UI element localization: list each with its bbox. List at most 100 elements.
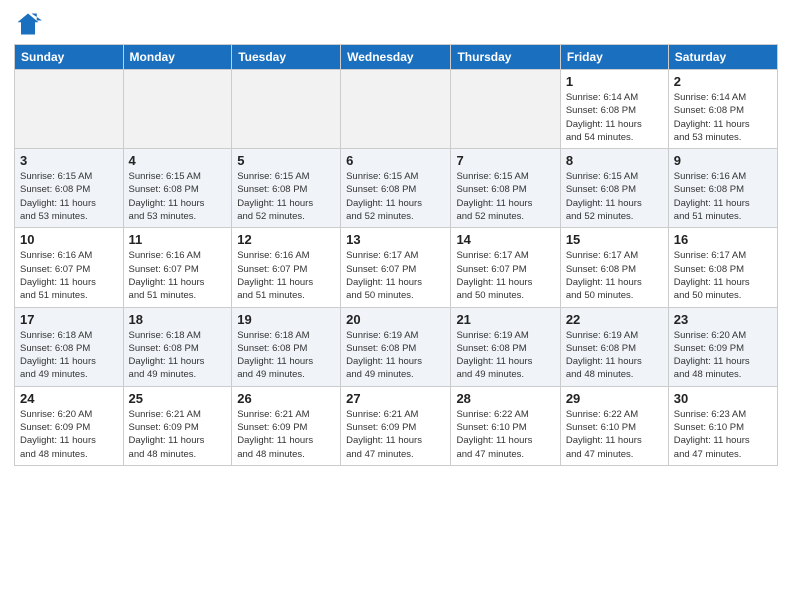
day-info: Sunrise: 6:20 AM Sunset: 6:09 PM Dayligh…	[20, 408, 118, 461]
calendar-cell: 8 Sunrise: 6:15 AM Sunset: 6:08 PM Daylig…	[560, 149, 668, 228]
calendar-cell: 15Sunrise: 6:17 AM Sunset: 6:08 PM Dayli…	[560, 228, 668, 307]
calendar-cell	[341, 70, 451, 149]
day-number: 3	[20, 153, 118, 168]
day-info: Sunrise: 6:15 AM Sunset: 6:08 PM Dayligh…	[346, 170, 445, 223]
day-number: 10	[20, 232, 118, 247]
calendar-cell: 2 Sunrise: 6:14 AM Sunset: 6:08 PM Daylig…	[668, 70, 777, 149]
day-info: Sunrise: 6:14 AM Sunset: 6:08 PM Dayligh…	[566, 91, 663, 144]
calendar-cell: 4Sunrise: 6:15 AM Sunset: 6:08 PM Daylig…	[123, 149, 232, 228]
day-number: 13	[346, 232, 445, 247]
day-info: Sunrise: 6:16 AM Sunset: 6:07 PM Dayligh…	[20, 249, 118, 302]
calendar-cell: 18 Sunrise: 6:18 AM Sunset: 6:08 PM Dayli…	[123, 307, 232, 386]
day-number: 26	[237, 391, 335, 406]
calendar-cell: 25 Sunrise: 6:21 AM Sunset: 6:09 PM Dayli…	[123, 386, 232, 465]
calendar-week-4: 17 Sunrise: 6:18 AM Sunset: 6:08 PM Dayli…	[15, 307, 778, 386]
calendar-cell: 21 Sunrise: 6:19 AM Sunset: 6:08 PM Dayli…	[451, 307, 560, 386]
day-info: Sunrise: 6:22 AM Sunset: 6:10 PM Dayligh…	[456, 408, 554, 461]
calendar-cell: 11 Sunrise: 6:16 AM Sunset: 6:07 PM Dayli…	[123, 228, 232, 307]
calendar-cell: 28 Sunrise: 6:22 AM Sunset: 6:10 PM Dayli…	[451, 386, 560, 465]
calendar-cell: 16 Sunrise: 6:17 AM Sunset: 6:08 PM Dayli…	[668, 228, 777, 307]
day-info: Sunrise: 6:16 AM Sunset: 6:08 PM Dayligh…	[674, 170, 772, 223]
calendar-cell: 19 Sunrise: 6:18 AM Sunset: 6:08 PM Dayli…	[232, 307, 341, 386]
calendar-cell: 12 Sunrise: 6:16 AM Sunset: 6:07 PM Dayli…	[232, 228, 341, 307]
day-info: Sunrise: 6:17 AM Sunset: 6:07 PM Dayligh…	[456, 249, 554, 302]
calendar-week-2: 3 Sunrise: 6:15 AM Sunset: 6:08 PM Daylig…	[15, 149, 778, 228]
calendar-cell: 26 Sunrise: 6:21 AM Sunset: 6:09 PM Dayli…	[232, 386, 341, 465]
day-info: Sunrise: 6:17 AM Sunset: 6:07 PM Dayligh…	[346, 249, 445, 302]
day-number: 17	[20, 312, 118, 327]
calendar-cell	[123, 70, 232, 149]
weekday-header-row: SundayMondayTuesdayWednesdayThursdayFrid…	[15, 45, 778, 70]
logo	[14, 10, 46, 38]
calendar-cell	[232, 70, 341, 149]
day-info: Sunrise: 6:19 AM Sunset: 6:08 PM Dayligh…	[456, 329, 554, 382]
day-number: 30	[674, 391, 772, 406]
day-info: Sunrise: 6:16 AM Sunset: 6:07 PM Dayligh…	[129, 249, 227, 302]
day-number: 28	[456, 391, 554, 406]
day-number: 6	[346, 153, 445, 168]
day-number: 22	[566, 312, 663, 327]
day-info: Sunrise: 6:21 AM Sunset: 6:09 PM Dayligh…	[237, 408, 335, 461]
weekday-header-thursday: Thursday	[451, 45, 560, 70]
day-info: Sunrise: 6:18 AM Sunset: 6:08 PM Dayligh…	[20, 329, 118, 382]
day-info: Sunrise: 6:14 AM Sunset: 6:08 PM Dayligh…	[674, 91, 772, 144]
calendar-cell: 24 Sunrise: 6:20 AM Sunset: 6:09 PM Dayli…	[15, 386, 124, 465]
day-info: Sunrise: 6:20 AM Sunset: 6:09 PM Dayligh…	[674, 329, 772, 382]
calendar-cell: 6 Sunrise: 6:15 AM Sunset: 6:08 PM Daylig…	[341, 149, 451, 228]
calendar-cell: 23Sunrise: 6:20 AM Sunset: 6:09 PM Dayli…	[668, 307, 777, 386]
calendar-cell: 22Sunrise: 6:19 AM Sunset: 6:08 PM Dayli…	[560, 307, 668, 386]
weekday-header-saturday: Saturday	[668, 45, 777, 70]
day-info: Sunrise: 6:15 AM Sunset: 6:08 PM Dayligh…	[20, 170, 118, 223]
day-number: 12	[237, 232, 335, 247]
day-number: 11	[129, 232, 227, 247]
weekday-header-monday: Monday	[123, 45, 232, 70]
day-number: 16	[674, 232, 772, 247]
day-info: Sunrise: 6:16 AM Sunset: 6:07 PM Dayligh…	[237, 249, 335, 302]
calendar-cell: 14Sunrise: 6:17 AM Sunset: 6:07 PM Dayli…	[451, 228, 560, 307]
weekday-header-wednesday: Wednesday	[341, 45, 451, 70]
day-info: Sunrise: 6:23 AM Sunset: 6:10 PM Dayligh…	[674, 408, 772, 461]
logo-icon	[14, 10, 42, 38]
day-info: Sunrise: 6:15 AM Sunset: 6:08 PM Dayligh…	[566, 170, 663, 223]
day-number: 9	[674, 153, 772, 168]
day-number: 8	[566, 153, 663, 168]
calendar-week-5: 24 Sunrise: 6:20 AM Sunset: 6:09 PM Dayli…	[15, 386, 778, 465]
calendar-cell	[15, 70, 124, 149]
day-number: 1	[566, 74, 663, 89]
day-number: 25	[129, 391, 227, 406]
day-number: 19	[237, 312, 335, 327]
calendar-cell: 13 Sunrise: 6:17 AM Sunset: 6:07 PM Dayli…	[341, 228, 451, 307]
day-info: Sunrise: 6:19 AM Sunset: 6:08 PM Dayligh…	[346, 329, 445, 382]
calendar-cell: 30 Sunrise: 6:23 AM Sunset: 6:10 PM Dayli…	[668, 386, 777, 465]
day-info: Sunrise: 6:17 AM Sunset: 6:08 PM Dayligh…	[566, 249, 663, 302]
day-info: Sunrise: 6:15 AM Sunset: 6:08 PM Dayligh…	[456, 170, 554, 223]
calendar-week-1: 1 Sunrise: 6:14 AM Sunset: 6:08 PM Daylig…	[15, 70, 778, 149]
day-number: 2	[674, 74, 772, 89]
calendar-cell	[451, 70, 560, 149]
calendar-cell: 10 Sunrise: 6:16 AM Sunset: 6:07 PM Dayli…	[15, 228, 124, 307]
day-number: 24	[20, 391, 118, 406]
calendar-cell: 27 Sunrise: 6:21 AM Sunset: 6:09 PM Dayli…	[341, 386, 451, 465]
day-number: 4	[129, 153, 227, 168]
day-info: Sunrise: 6:22 AM Sunset: 6:10 PM Dayligh…	[566, 408, 663, 461]
day-number: 20	[346, 312, 445, 327]
day-number: 7	[456, 153, 554, 168]
calendar-cell: 29Sunrise: 6:22 AM Sunset: 6:10 PM Dayli…	[560, 386, 668, 465]
page: SundayMondayTuesdayWednesdayThursdayFrid…	[0, 0, 792, 612]
calendar-cell: 9 Sunrise: 6:16 AM Sunset: 6:08 PM Daylig…	[668, 149, 777, 228]
day-info: Sunrise: 6:21 AM Sunset: 6:09 PM Dayligh…	[346, 408, 445, 461]
calendar-cell: 1 Sunrise: 6:14 AM Sunset: 6:08 PM Daylig…	[560, 70, 668, 149]
calendar-cell: 20 Sunrise: 6:19 AM Sunset: 6:08 PM Dayli…	[341, 307, 451, 386]
day-info: Sunrise: 6:18 AM Sunset: 6:08 PM Dayligh…	[237, 329, 335, 382]
header	[14, 10, 778, 38]
day-number: 18	[129, 312, 227, 327]
calendar-cell: 7 Sunrise: 6:15 AM Sunset: 6:08 PM Daylig…	[451, 149, 560, 228]
day-number: 21	[456, 312, 554, 327]
calendar-cell: 17 Sunrise: 6:18 AM Sunset: 6:08 PM Dayli…	[15, 307, 124, 386]
day-info: Sunrise: 6:18 AM Sunset: 6:08 PM Dayligh…	[129, 329, 227, 382]
calendar-cell: 5Sunrise: 6:15 AM Sunset: 6:08 PM Daylig…	[232, 149, 341, 228]
day-info: Sunrise: 6:17 AM Sunset: 6:08 PM Dayligh…	[674, 249, 772, 302]
weekday-header-sunday: Sunday	[15, 45, 124, 70]
day-number: 27	[346, 391, 445, 406]
day-info: Sunrise: 6:21 AM Sunset: 6:09 PM Dayligh…	[129, 408, 227, 461]
